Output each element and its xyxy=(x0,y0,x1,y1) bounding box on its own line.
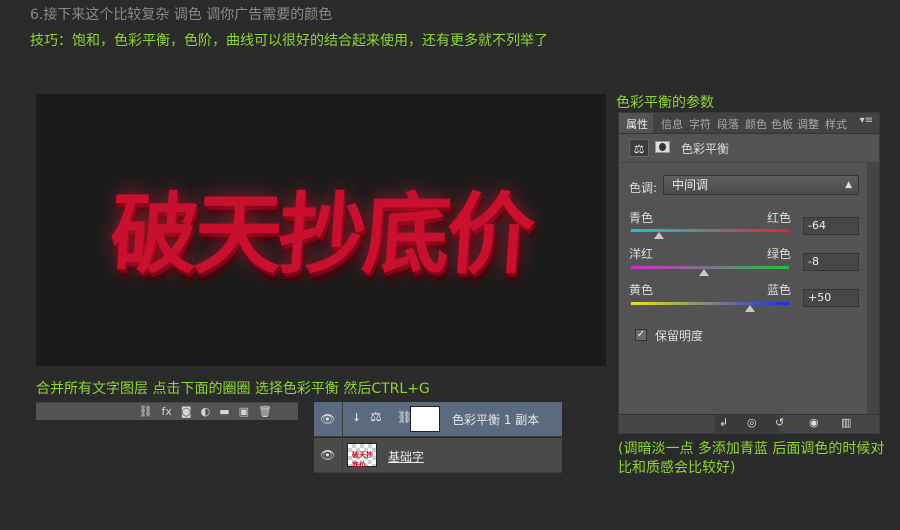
balance-scale-icon[interactable]: ⚖ xyxy=(370,410,382,425)
tab-color[interactable]: 颜色 xyxy=(745,116,767,132)
eye-icon[interactable]: 👁 xyxy=(320,412,335,426)
adjustment-icon[interactable]: ◐ xyxy=(201,403,211,421)
step-title: 6.接下来这个比较复杂 调色 调你广告需要的颜色 xyxy=(30,7,333,23)
tab-styles[interactable]: 样式 xyxy=(825,116,847,132)
link-icon[interactable]: ⛓ xyxy=(139,403,153,421)
layer-row-color-balance-copy[interactable]: 👁 ↓ ⚖ ⛓ 色彩平衡 1 副本 xyxy=(314,402,562,437)
poster-title: 破天抄底价 xyxy=(106,183,535,286)
layers-list: 👁 ↓ ⚖ ⛓ 色彩平衡 1 副本 👁 破天抄底价 基础字 xyxy=(314,402,562,473)
tab-paragraph[interactable]: 段落 xyxy=(717,116,739,132)
tab-swatches[interactable]: 色板 xyxy=(771,116,793,132)
tab-adjustments[interactable]: 调整 xyxy=(797,116,819,132)
chevron-updown-icon: ▲ xyxy=(845,180,852,190)
tab-properties[interactable]: 属性 xyxy=(626,116,648,132)
adjustment-title: 色彩平衡 xyxy=(681,142,730,156)
layer-mask-thumbnail[interactable] xyxy=(410,406,440,432)
mask-icon[interactable]: ◙ xyxy=(181,403,192,421)
slider-left-label-cyan: 青色 xyxy=(629,211,654,225)
layer-name[interactable]: 色彩平衡 1 副本 xyxy=(452,411,539,428)
reset-icon[interactable]: ↺ xyxy=(775,416,784,429)
layer-thumbnail[interactable]: 破天抄底价 xyxy=(347,443,377,469)
slider-right-label-green: 绿色 xyxy=(767,247,792,261)
divider xyxy=(342,402,343,437)
bottom-note: (调暗淡一点 多添加青蓝 后面调色的时候对比和质感会比较好) xyxy=(618,441,885,476)
slider-right-label-red: 红色 xyxy=(767,211,792,225)
eye-icon[interactable]: 👁 xyxy=(320,448,335,462)
preserve-luminosity-checkbox[interactable]: ✓ xyxy=(635,329,647,341)
view-previous-icon[interactable]: ◎ xyxy=(747,416,757,429)
properties-panel: 属性 信息 字符 段落 颜色 色板 调整 样式 ▾≡ ⚖ 色彩平衡 色调: 中间… xyxy=(618,112,880,434)
tab-info[interactable]: 信息 xyxy=(661,116,683,132)
clip-arrow-icon: ↓ xyxy=(352,411,362,424)
tone-label: 色调: xyxy=(629,181,658,195)
panel-scrollbar[interactable] xyxy=(867,163,879,415)
balance-scale-icon[interactable]: ⚖ xyxy=(629,139,649,157)
slider-thumb-yellow-blue[interactable] xyxy=(744,305,755,312)
new-layer-icon[interactable]: ▣ xyxy=(239,403,249,421)
slider-track-magenta-green[interactable] xyxy=(631,266,789,269)
preserve-luminosity-label: 保留明度 xyxy=(655,329,704,343)
folder-icon[interactable]: ▬ xyxy=(219,403,229,421)
slider-left-label-magenta: 洋红 xyxy=(629,247,654,261)
tips-text: 技巧：饱和，色彩平衡，色阶，曲线可以很好的结合起来使用，还有更多就不列举了 xyxy=(30,33,548,49)
trash-icon[interactable]: 🗑 xyxy=(258,403,272,421)
delete-icon[interactable]: ▥ xyxy=(841,416,851,429)
slider-track-yellow-blue[interactable] xyxy=(631,302,789,305)
fx-icon[interactable]: fx xyxy=(162,403,172,421)
value-field-yellow-blue[interactable]: +50 xyxy=(803,289,859,307)
poster-canvas: 破天抄底价 xyxy=(36,94,606,366)
slider-thumb-magenta-green[interactable] xyxy=(698,269,709,276)
panel-footer: ↲ ◎ ↺ ◉ ▥ xyxy=(619,414,879,433)
visibility-eye-icon[interactable]: ◉ xyxy=(809,416,819,429)
panel-menu-icon[interactable]: ▾≡ xyxy=(860,115,873,126)
value-field-cyan-red[interactable]: -64 xyxy=(803,217,859,235)
layer-toolbar: ⛓ fx ◙ ◐ ▬ ▣ 🗑 xyxy=(36,402,298,420)
value-field-magenta-green[interactable]: -8 xyxy=(803,253,859,271)
panel-tabs: 属性 信息 字符 段落 颜色 色板 调整 样式 ▾≡ xyxy=(619,113,879,134)
clip-to-layer-icon[interactable]: ↲ xyxy=(719,416,728,429)
slider-thumb-cyan-red[interactable] xyxy=(654,232,665,239)
thumbnail-text: 破天抄底价 xyxy=(352,451,373,469)
merge-caption: 合并所有文字图层 点击下面的圈圈 选择色彩平衡 然后CTRL+G xyxy=(36,381,430,397)
tone-select[interactable]: 中间调 ▲ xyxy=(663,175,859,195)
tab-character[interactable]: 字符 xyxy=(689,116,711,132)
slider-left-label-yellow: 黄色 xyxy=(629,283,654,297)
layer-name[interactable]: 基础字 xyxy=(388,448,424,465)
tone-select-value: 中间调 xyxy=(672,178,709,192)
mask-icon[interactable] xyxy=(655,141,670,153)
params-title: 色彩平衡的参数 xyxy=(616,95,714,111)
adjustment-header: ⚖ 色彩平衡 xyxy=(619,134,879,163)
divider xyxy=(342,438,343,473)
slider-right-label-blue: 蓝色 xyxy=(767,283,792,297)
layer-row-base-text[interactable]: 👁 破天抄底价 基础字 xyxy=(314,438,562,473)
